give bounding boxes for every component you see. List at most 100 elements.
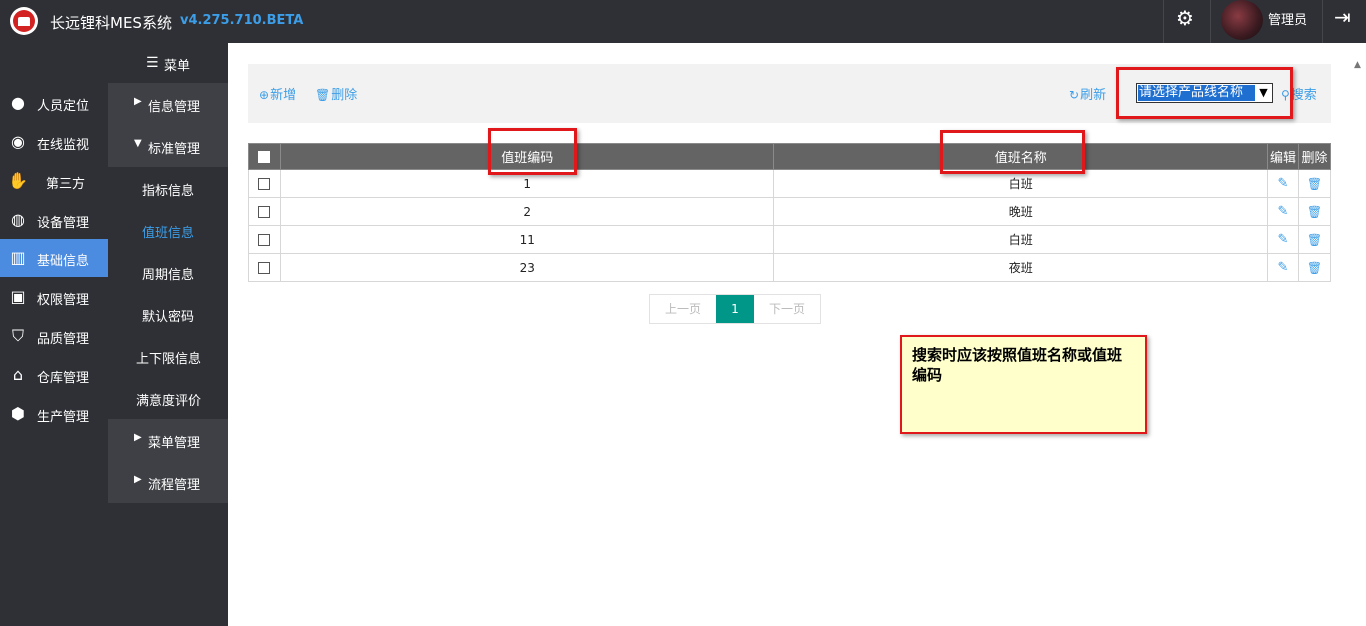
lock-icon: ▣ bbox=[10, 287, 26, 306]
delete-button[interactable]: 🗑删除 bbox=[315, 84, 357, 103]
pencil-icon[interactable]: ✎ bbox=[1278, 260, 1289, 275]
top-bar: 长远锂科MES系统 v4.275.710.BETA ⚙ 管理员 ⇥ bbox=[0, 0, 1366, 43]
logout-icon[interactable]: ⇥ bbox=[1334, 5, 1351, 29]
delete-cell[interactable]: 🗑 bbox=[1297, 225, 1332, 254]
trash-icon[interactable]: 🗑 bbox=[1307, 233, 1322, 247]
nav-item-production[interactable]: ⬢ 生产管理 bbox=[0, 395, 108, 433]
avatar[interactable] bbox=[1221, 0, 1263, 40]
row-checkbox-cell[interactable] bbox=[248, 225, 281, 254]
row-checkbox[interactable] bbox=[258, 234, 271, 246]
prev-page-button[interactable]: 上一页 bbox=[650, 295, 716, 323]
sub-item-label: 周期信息 bbox=[142, 268, 195, 283]
scroll-up-arrow[interactable]: ▲ bbox=[1354, 60, 1361, 70]
nav-item-label: 第三方 bbox=[46, 177, 86, 192]
highlight-box-duty-code bbox=[488, 128, 577, 175]
nav-item-label: 人员定位 bbox=[37, 99, 90, 114]
logo-icon bbox=[10, 7, 38, 35]
nav-item-label: 生产管理 bbox=[37, 410, 90, 425]
warehouse-icon: ⌂ bbox=[12, 365, 24, 384]
sub-group-process-management[interactable]: ▶ 流程管理 bbox=[108, 461, 228, 503]
cell-duty-name: 夜班 bbox=[773, 253, 1268, 282]
current-page-button[interactable]: 1 bbox=[716, 295, 754, 323]
app-version: v4.275.710.BETA bbox=[180, 13, 304, 28]
nav-item-label: 基础信息 bbox=[37, 254, 90, 269]
highlight-box-select bbox=[1116, 67, 1293, 119]
topbar-divider bbox=[1322, 0, 1323, 43]
user-name[interactable]: 管理员 bbox=[1268, 9, 1307, 28]
sub-group-info-management[interactable]: ▶ 信息管理 bbox=[108, 83, 228, 125]
sub-item-indicator-info[interactable]: 指标信息 bbox=[108, 167, 228, 209]
sub-item-default-password[interactable]: 默认密码 bbox=[108, 293, 228, 335]
row-checkbox[interactable] bbox=[258, 178, 271, 190]
nav-item-label: 在线监视 bbox=[37, 138, 90, 153]
select-all-cell[interactable] bbox=[248, 143, 281, 170]
row-checkbox-cell[interactable] bbox=[248, 169, 281, 198]
nav-item-basic-info[interactable]: ▥ 基础信息 bbox=[0, 239, 108, 277]
production-icon: ⬢ bbox=[11, 404, 25, 423]
sub-menu-title[interactable]: ☰ 菜单 bbox=[108, 43, 228, 83]
sub-item-label: 默认密码 bbox=[142, 310, 195, 325]
row-checkbox-cell[interactable] bbox=[248, 253, 281, 282]
row-checkbox-cell[interactable] bbox=[248, 197, 281, 226]
handshake-icon: ✋ bbox=[8, 171, 28, 190]
trash-icon[interactable]: 🗑 bbox=[1307, 177, 1322, 191]
app-title: 长远锂科MES系统 bbox=[50, 14, 172, 32]
delete-cell[interactable]: 🗑 bbox=[1297, 169, 1332, 198]
nav-item-equipment[interactable]: ◍ 设备管理 bbox=[0, 201, 108, 239]
sub-group-label: 菜单管理 bbox=[148, 436, 201, 451]
pencil-icon[interactable]: ✎ bbox=[1278, 232, 1289, 247]
sub-item-satisfaction[interactable]: 满意度评价 bbox=[108, 377, 228, 419]
table-row: 11 白班 ✎ 🗑 bbox=[248, 225, 1332, 254]
caret-right-icon: ▶ bbox=[134, 432, 142, 443]
caret-down-icon: ▼ bbox=[134, 138, 142, 149]
edit-cell[interactable]: ✎ bbox=[1267, 169, 1299, 198]
monitor-icon: ◉ bbox=[11, 132, 25, 151]
sub-group-menu-management[interactable]: ▶ 菜单管理 bbox=[108, 419, 228, 461]
annotation-note: 搜索时应该按照值班名称或值班编码 bbox=[900, 335, 1147, 434]
cell-duty-name: 晚班 bbox=[773, 197, 1268, 226]
highlight-box-duty-name bbox=[940, 130, 1085, 174]
nav-item-personnel-location[interactable]: ● 人员定位 bbox=[0, 84, 108, 122]
refresh-label: 刷新 bbox=[1080, 88, 1107, 103]
refresh-button[interactable]: ↻刷新 bbox=[1069, 84, 1106, 103]
trash-icon[interactable]: 🗑 bbox=[1307, 261, 1322, 275]
edit-cell[interactable]: ✎ bbox=[1267, 197, 1299, 226]
table-header-row: 值班编码 值班名称 编辑 删除 bbox=[248, 143, 1332, 170]
pencil-icon[interactable]: ✎ bbox=[1278, 204, 1289, 219]
nav-item-online-monitor[interactable]: ◉ 在线监视 bbox=[0, 123, 108, 161]
duty-table: 值班编码 值班名称 编辑 删除 1 白班 ✎ 🗑 2 晚班 ✎ 🗑 11 白班 … bbox=[248, 143, 1332, 282]
nav-item-third-party[interactable]: ✋ 第三方 bbox=[0, 162, 108, 200]
delete-cell[interactable]: 🗑 bbox=[1297, 197, 1332, 226]
edit-cell[interactable]: ✎ bbox=[1267, 225, 1299, 254]
topbar-divider bbox=[1210, 0, 1211, 43]
row-checkbox[interactable] bbox=[258, 262, 271, 274]
sub-item-limit-info[interactable]: 上下限信息 bbox=[108, 335, 228, 377]
sub-group-label: 信息管理 bbox=[148, 100, 201, 115]
add-button[interactable]: ⊕新增 bbox=[259, 84, 296, 103]
row-checkbox[interactable] bbox=[258, 206, 271, 218]
trash-icon[interactable]: 🗑 bbox=[1307, 205, 1322, 219]
gear-icon[interactable]: ⚙ bbox=[1176, 6, 1194, 30]
header-delete: 删除 bbox=[1297, 143, 1332, 170]
table-row: 23 夜班 ✎ 🗑 bbox=[248, 253, 1332, 282]
nav-item-label: 权限管理 bbox=[37, 293, 90, 308]
edit-cell[interactable]: ✎ bbox=[1267, 253, 1299, 282]
nav-item-quality[interactable]: ⛉ 品质管理 bbox=[0, 317, 108, 355]
delete-cell[interactable]: 🗑 bbox=[1297, 253, 1332, 282]
pencil-icon[interactable]: ✎ bbox=[1278, 176, 1289, 191]
nav-item-warehouse[interactable]: ⌂ 仓库管理 bbox=[0, 356, 108, 394]
sub-item-cycle-info[interactable]: 周期信息 bbox=[108, 251, 228, 293]
sub-item-duty-info[interactable]: 值班信息 bbox=[108, 209, 228, 251]
cell-duty-code: 11 bbox=[279, 225, 775, 254]
cell-duty-code: 2 bbox=[279, 197, 775, 226]
next-page-button[interactable]: 下一页 bbox=[754, 295, 820, 323]
nav-item-permissions[interactable]: ▣ 权限管理 bbox=[0, 278, 108, 316]
add-label: 新增 bbox=[270, 88, 297, 103]
select-all-checkbox[interactable] bbox=[258, 150, 271, 163]
nav-item-label: 品质管理 bbox=[37, 332, 90, 347]
plus-circle-icon: ⊕ bbox=[259, 88, 270, 102]
shield-icon: ⛉ bbox=[11, 326, 24, 345]
nav-item-label: 仓库管理 bbox=[37, 371, 90, 386]
sub-group-label: 流程管理 bbox=[148, 478, 201, 493]
sub-group-standard-management[interactable]: ▼ 标准管理 bbox=[108, 125, 228, 167]
